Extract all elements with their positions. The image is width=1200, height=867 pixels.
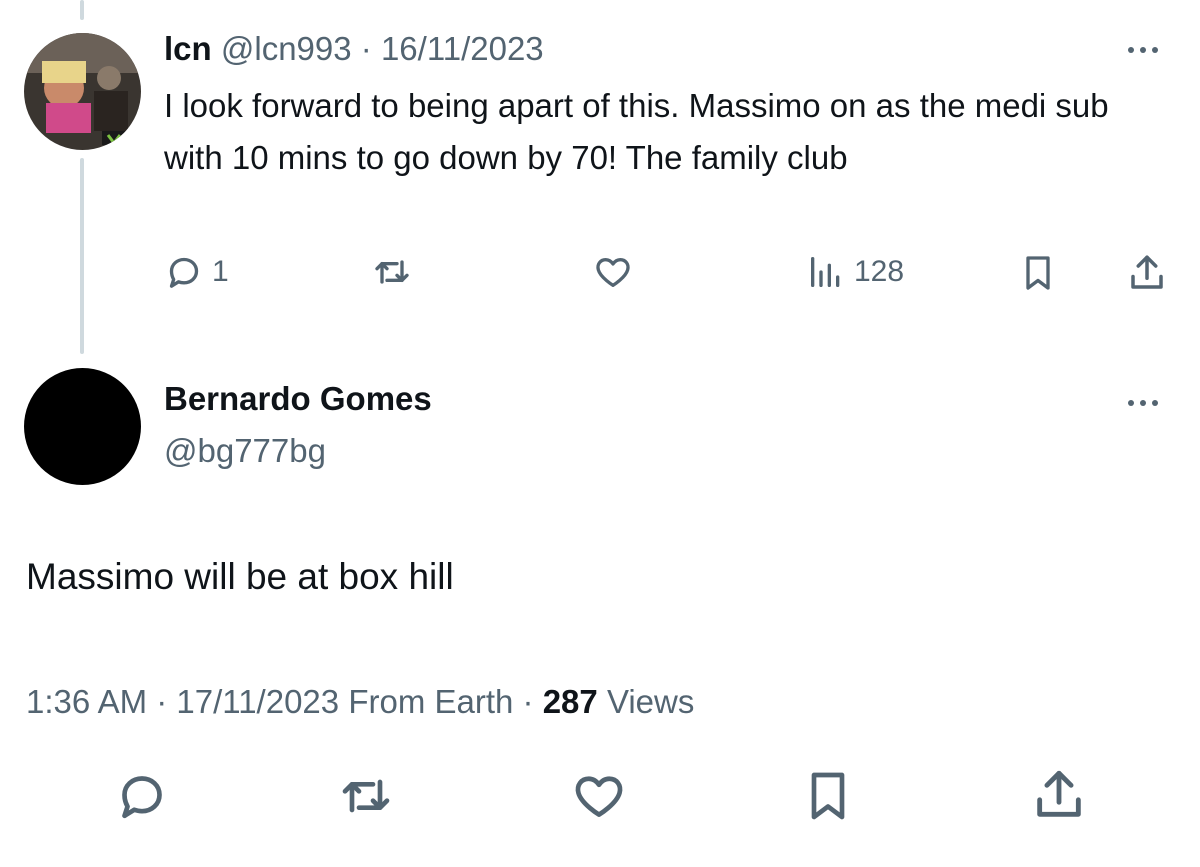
main-views-count: 287 xyxy=(542,683,598,720)
reply-count: 1 xyxy=(212,255,229,288)
main-handle[interactable]: @bg777bg xyxy=(164,432,326,470)
thread-line xyxy=(80,158,84,354)
main-time[interactable]: 1:36 AM xyxy=(26,683,147,720)
avatar-lcn[interactable] xyxy=(24,33,141,150)
reply-display-name[interactable]: lcn xyxy=(164,30,212,67)
reply-views-button[interactable]: 128 xyxy=(806,252,904,292)
main-like-button[interactable] xyxy=(570,768,628,824)
more-dot-icon xyxy=(1152,400,1158,406)
main-reply-button[interactable] xyxy=(114,768,170,824)
reply-like-button[interactable] xyxy=(592,252,634,292)
more-dot-icon xyxy=(1152,47,1158,53)
meta-separator-2: · xyxy=(522,683,534,720)
main-display-name[interactable]: Bernardo Gomes xyxy=(164,380,432,418)
meta-separator: · xyxy=(156,683,168,720)
main-date[interactable]: 17/11/2023 xyxy=(176,683,339,720)
reply-handle[interactable]: @lcn993 xyxy=(221,30,352,67)
heart-icon xyxy=(592,252,634,292)
reply-separator: · xyxy=(360,30,372,67)
reply-bookmark-button[interactable] xyxy=(1018,252,1058,294)
reply-icon xyxy=(114,768,170,824)
reply-retweet-button[interactable] xyxy=(370,252,414,292)
more-dot-icon xyxy=(1128,400,1134,406)
main-source: From Earth xyxy=(348,683,514,720)
reply-reply-button[interactable]: 1 xyxy=(164,252,229,292)
reply-share-button[interactable] xyxy=(1126,252,1168,294)
bookmark-icon xyxy=(1018,252,1058,294)
reply-date[interactable]: 16/11/2023 xyxy=(381,30,544,67)
main-tweet-text: Massimo will be at box hill xyxy=(26,556,454,597)
avatar-bernardo-gomes[interactable] xyxy=(24,368,141,485)
main-retweet-button[interactable] xyxy=(336,768,396,824)
retweet-icon xyxy=(370,252,414,292)
more-dot-icon xyxy=(1140,47,1146,53)
more-dot-icon xyxy=(1128,47,1134,53)
reply-more-menu[interactable] xyxy=(1128,47,1158,53)
retweet-icon xyxy=(336,768,396,824)
share-icon xyxy=(1030,766,1088,824)
reply-icon xyxy=(164,252,204,292)
main-bookmark-button[interactable] xyxy=(800,766,856,826)
share-icon xyxy=(1126,252,1168,294)
main-share-button[interactable] xyxy=(1030,766,1088,824)
thread-line-top xyxy=(80,0,84,20)
more-dot-icon xyxy=(1140,400,1146,406)
reply-header: lcn @lcn993 · 16/11/2023 xyxy=(164,30,544,68)
views-chart-icon xyxy=(806,252,846,292)
reply-views-count: 128 xyxy=(854,255,905,288)
heart-icon xyxy=(570,768,628,824)
reply-text: I look forward to being apart of this. M… xyxy=(164,87,1109,176)
bookmark-icon xyxy=(800,766,856,826)
main-more-menu[interactable] xyxy=(1128,400,1158,406)
main-tweet-meta: 1:36 AM · 17/11/2023 From Earth · 287 Vi… xyxy=(26,683,694,721)
main-views-label[interactable]: Views xyxy=(607,683,694,720)
